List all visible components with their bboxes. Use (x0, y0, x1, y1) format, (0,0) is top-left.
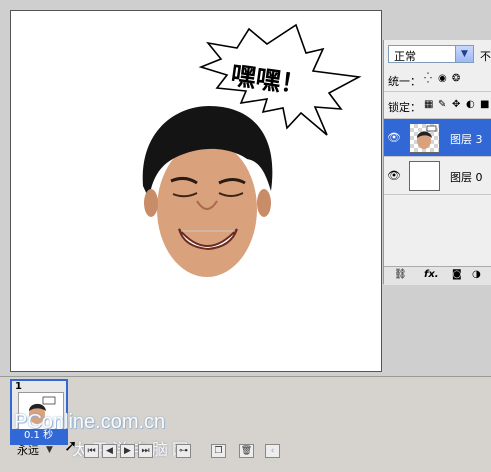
layer-name: 图层 0 (450, 171, 483, 184)
scroll-left-icon[interactable]: ‹ (265, 444, 280, 458)
lock-position-icon[interactable]: ◐ (466, 99, 475, 110)
lock-label: 锁定： (388, 101, 421, 114)
blend-mode-select[interactable]: 正常 ▼ (388, 45, 474, 63)
trash-icon[interactable]: 🗑 (239, 444, 254, 458)
lock-move-icon[interactable]: ✥ (452, 99, 460, 110)
next-frame-icon[interactable]: ⏭ (138, 444, 153, 458)
layer-name: 图层 3 (450, 133, 483, 146)
eye-icon[interactable]: 👁 (387, 131, 401, 145)
document-canvas[interactable]: 嘿嘿！ (10, 10, 382, 372)
prev-frame-icon[interactable]: ◀ (102, 444, 117, 458)
layers-toolbar: ⛓ fx. ◙ ◑ (384, 266, 491, 285)
cursor-icon: ➚ (64, 436, 78, 455)
first-frame-icon[interactable]: ⏮ (84, 444, 99, 458)
unify-position-icon[interactable]: ⁛ (424, 73, 432, 84)
blend-mode-value: 正常 (394, 50, 416, 63)
layer-thumbnail (409, 161, 440, 191)
unify-visibility-icon[interactable]: ◉ (438, 73, 447, 84)
play-icon[interactable]: ▶ (120, 444, 135, 458)
canvas-artwork: 嘿嘿！ (142, 23, 362, 277)
watermark: PConline.com.cn (14, 411, 166, 433)
unify-label: 统一： (388, 75, 421, 88)
frame-number: 1 (15, 381, 22, 392)
lock-transparency-icon[interactable]: ▦ (424, 99, 433, 110)
loop-select[interactable]: 永远 (17, 442, 39, 458)
layer-thumbnail (409, 123, 440, 153)
layer-row-0[interactable]: 👁 图层 0 (384, 157, 491, 195)
layers-panel: 正常 ▼ 不 统一： ⁛ ◉ ❂ 锁定： ▦ ✎ ✥ ◐ ■ 👁 图层 3 👁 … (383, 40, 491, 285)
link-icon[interactable]: ⛓ (394, 269, 407, 280)
lock-brush-icon[interactable]: ✎ (438, 99, 446, 110)
layer-row-3[interactable]: 👁 图层 3 (384, 119, 491, 157)
unify-style-icon[interactable]: ❂ (452, 73, 460, 84)
adjustment-icon[interactable]: ◑ (472, 269, 481, 280)
mask-icon[interactable]: ◙ (452, 269, 462, 280)
fx-icon[interactable]: fx. (424, 269, 439, 280)
chevron-down-icon[interactable]: ▼ (455, 46, 473, 62)
new-frame-icon[interactable]: ❐ (211, 444, 226, 458)
tween-icon[interactable]: ⊶ (176, 444, 191, 458)
chevron-down-icon[interactable]: ▼ (46, 445, 53, 455)
opacity-label: 不 (480, 50, 491, 63)
face-image (142, 106, 273, 277)
eye-icon[interactable]: 👁 (387, 169, 401, 183)
lock-all-icon[interactable]: ■ (480, 99, 489, 110)
